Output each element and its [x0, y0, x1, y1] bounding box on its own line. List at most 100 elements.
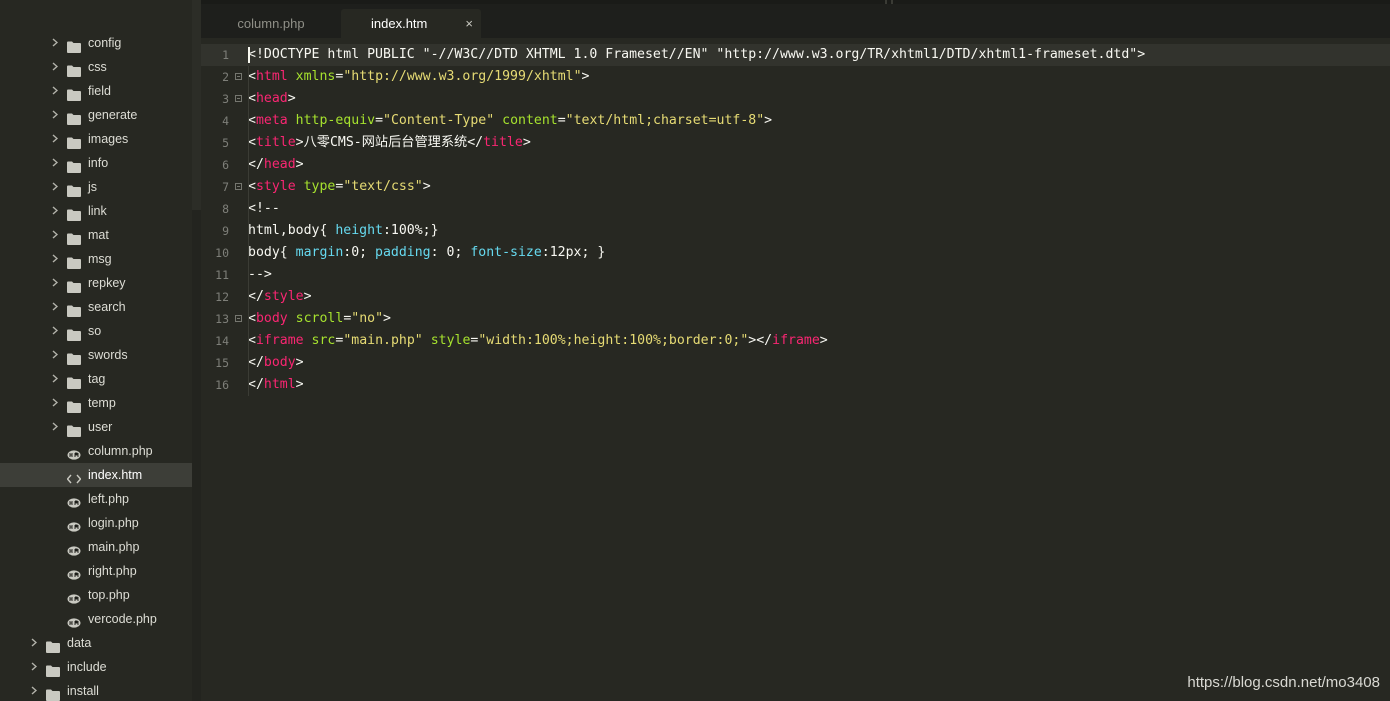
chevron-right-icon[interactable]	[29, 679, 39, 701]
code-line[interactable]: 13 <body scroll="no">	[201, 308, 1390, 330]
folder-icon	[67, 421, 81, 437]
code-line[interactable]: 9 html,body{ height:100%;}	[201, 220, 1390, 242]
chevron-right-icon[interactable]	[50, 391, 60, 415]
line-number: 2	[222, 70, 229, 84]
chevron-right-icon[interactable]	[50, 415, 60, 439]
folder-item[interactable]: so	[0, 319, 192, 343]
folder-icon	[67, 229, 81, 245]
fold-toggle-icon[interactable]	[235, 183, 242, 190]
code-text: html,body{ height:100%;}	[248, 223, 439, 238]
line-number: 13	[215, 312, 229, 326]
code-line[interactable]: 1 <!DOCTYPE html PUBLIC "-//W3C//DTD XHTM…	[201, 44, 1390, 66]
chevron-right-icon[interactable]	[50, 271, 60, 295]
chevron-right-icon[interactable]	[50, 103, 60, 127]
tree-item-label: repkey	[88, 276, 126, 290]
code-line[interactable]: 16 </html>	[201, 374, 1390, 396]
tree-item-label: info	[88, 156, 109, 170]
html-file-icon	[66, 469, 82, 484]
code-line[interactable]: 8 <!--	[201, 198, 1390, 220]
chevron-right-icon[interactable]	[50, 79, 60, 103]
chevron-right-icon[interactable]	[50, 175, 60, 199]
file-item[interactable]: top.php	[0, 583, 192, 607]
tree-item-label: vercode.php	[88, 612, 157, 626]
folder-item[interactable]: js	[0, 175, 192, 199]
folder-item[interactable]: images	[0, 127, 192, 151]
line-number: 15	[215, 356, 229, 370]
code-line[interactable]: 4 <meta http-equiv="Content-Type" content…	[201, 110, 1390, 132]
close-tab-icon[interactable]: ×	[465, 9, 473, 38]
code-line[interactable]: 11 -->	[201, 264, 1390, 286]
code-text: </style>	[248, 289, 312, 304]
tree-item-label: right.php	[88, 564, 137, 578]
chevron-right-icon[interactable]	[50, 319, 60, 343]
chevron-right-icon[interactable]	[50, 343, 60, 367]
folder-icon	[46, 685, 60, 701]
code-line[interactable]: 3 <head>	[201, 88, 1390, 110]
folder-item[interactable]: search	[0, 295, 192, 319]
line-number: 1	[222, 48, 229, 62]
file-item[interactable]: column.php	[0, 439, 192, 463]
code-line[interactable]: 6 </head>	[201, 154, 1390, 176]
file-item[interactable]: right.php	[0, 559, 192, 583]
folder-item[interactable]: temp	[0, 391, 192, 415]
folder-item[interactable]: link	[0, 199, 192, 223]
chevron-right-icon[interactable]	[50, 127, 60, 151]
chevron-right-icon[interactable]	[50, 31, 60, 55]
chevron-right-icon[interactable]	[50, 367, 60, 391]
tree-item-label: user	[88, 420, 113, 434]
code-text: <iframe src="main.php" style="width:100%…	[248, 333, 828, 348]
folder-item[interactable]: info	[0, 151, 192, 175]
code-line[interactable]: 15 </body>	[201, 352, 1390, 374]
folder-item[interactable]: msg	[0, 247, 192, 271]
file-item[interactable]: index.htm	[0, 463, 192, 487]
code-text: <body scroll="no">	[248, 311, 391, 326]
folder-item[interactable]: tag	[0, 367, 192, 391]
fold-toggle-icon[interactable]	[235, 73, 242, 80]
chevron-right-icon[interactable]	[50, 151, 60, 175]
folder-item[interactable]: user	[0, 415, 192, 439]
tree-item-label: index.htm	[88, 468, 143, 482]
line-number: 14	[215, 334, 229, 348]
file-item[interactable]: vercode.php	[0, 607, 192, 631]
folder-item[interactable]: css	[0, 55, 192, 79]
file-item[interactable]: main.php	[0, 535, 192, 559]
code-text: <!--	[248, 201, 280, 216]
chevron-right-icon[interactable]	[50, 295, 60, 319]
line-number: 3	[222, 92, 229, 106]
chevron-right-icon[interactable]	[29, 655, 39, 679]
folder-item[interactable]: swords	[0, 343, 192, 367]
file-item[interactable]: login.php	[0, 511, 192, 535]
folder-item[interactable]: include	[0, 655, 192, 679]
folder-icon	[67, 157, 81, 173]
code-line[interactable]: 10 body{ margin:0; padding: 0; font-size:…	[201, 242, 1390, 264]
line-number: 16	[215, 378, 229, 392]
tab-column-php[interactable]: column.php	[201, 9, 341, 38]
code-line[interactable]: 7 <style type="text/css">	[201, 176, 1390, 198]
folder-item[interactable]: generate	[0, 103, 192, 127]
code-line[interactable]: 5 <title>八零CMS-网站后台管理系统</title>	[201, 132, 1390, 154]
code-line[interactable]: 2 <html xmlns="http://www.w3.org/1999/xht…	[201, 66, 1390, 88]
code-line[interactable]: 14 <iframe src="main.php" style="width:10…	[201, 330, 1390, 352]
code-line[interactable]: 12 </style>	[201, 286, 1390, 308]
sidebar-scrollbar-thumb[interactable]	[192, 210, 201, 701]
folder-item[interactable]: data	[0, 631, 192, 655]
chevron-right-icon[interactable]	[50, 55, 60, 79]
folder-item[interactable]: config	[0, 31, 192, 55]
folder-item[interactable]: field	[0, 79, 192, 103]
file-item[interactable]: left.php	[0, 487, 192, 511]
tree-item-label: temp	[88, 396, 116, 410]
chevron-right-icon[interactable]	[29, 631, 39, 655]
fold-toggle-icon[interactable]	[235, 95, 242, 102]
folder-item[interactable]: repkey	[0, 271, 192, 295]
chevron-right-icon[interactable]	[50, 199, 60, 223]
tab-index-htm[interactable]: index.htm ×	[341, 9, 481, 38]
folder-item[interactable]: mat	[0, 223, 192, 247]
sidebar-scrollbar[interactable]	[192, 0, 201, 701]
tree-item-label: main.php	[88, 540, 140, 554]
code-editor[interactable]: 1 <!DOCTYPE html PUBLIC "-//W3C//DTD XHTM…	[201, 38, 1390, 701]
chevron-right-icon[interactable]	[50, 247, 60, 271]
fold-toggle-icon[interactable]	[235, 315, 242, 322]
chevron-right-icon[interactable]	[50, 223, 60, 247]
tree-item-label: js	[88, 180, 98, 194]
folder-item[interactable]: install	[0, 679, 192, 701]
